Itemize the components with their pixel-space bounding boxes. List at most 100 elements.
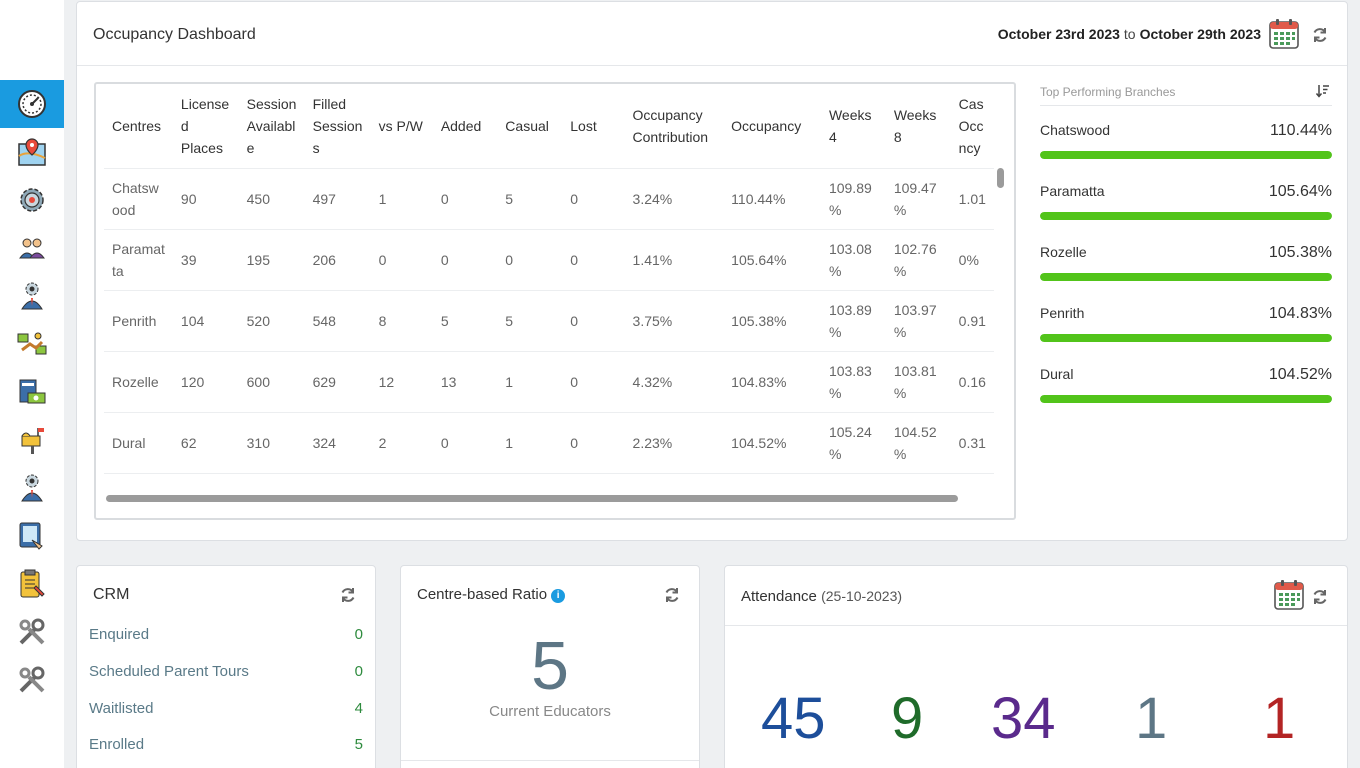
- table-cell: [304, 473, 371, 492]
- clipboard-icon: [20, 569, 45, 598]
- col-header-casual[interactable]: Casual: [497, 84, 563, 169]
- table-cell: 0.31: [950, 412, 994, 474]
- table-row[interactable]: Penrith 104 520 548 8 5 5 0 3.75% 105.38% 103.89 %…: [104, 290, 994, 352]
- occupancy-table-scroll[interactable]: Centres License d Places Session Availab…: [104, 84, 994, 492]
- map-pin-icon: [18, 138, 46, 166]
- sidebar-item-checklist[interactable]: [0, 560, 64, 608]
- sidebar-item-admin[interactable]: [0, 464, 64, 512]
- col-header-sessions-available[interactable]: Session Availabl e: [238, 84, 305, 169]
- table-row[interactable]: Dural 62 310 324 2 0 1 0 2.23% 104.52% 105.24 % 104…: [104, 412, 994, 474]
- table-row[interactable]: Rozelle 120 600 629 12 13 1 0 4.32% 104.83% 103.83…: [104, 351, 994, 413]
- col-header-lost[interactable]: Lost: [562, 84, 625, 169]
- table-cell: 0: [562, 412, 625, 474]
- table-cell: 0: [562, 351, 625, 413]
- attendance-stat-3: 34: [991, 686, 1056, 751]
- table-cell: Little: [104, 473, 173, 492]
- table-cell: 0.16: [950, 351, 994, 413]
- col-header-casual-occupancy[interactable]: Cas Occ ncy: [950, 84, 994, 169]
- branch-progress-bar: [1040, 334, 1332, 342]
- attendance-refresh-icon[interactable]: [1311, 588, 1329, 606]
- table-cell: 2.23%: [624, 412, 724, 474]
- sort-icon[interactable]: [1316, 84, 1330, 98]
- table-cell: 90: [172, 168, 239, 230]
- crm-item-count: 5: [354, 736, 363, 753]
- top-performing-header: Top Performing Branches: [1040, 82, 1332, 106]
- col-header-weeks-8[interactable]: Weeks 8: [885, 84, 951, 169]
- table-cell: 104.52 %: [885, 412, 951, 474]
- sidebar-item-map[interactable]: [0, 128, 64, 176]
- table-cell: [370, 473, 433, 492]
- table-cell: 0: [497, 229, 563, 291]
- table-cell: [820, 473, 886, 492]
- sidebar-item-staff[interactable]: [0, 272, 64, 320]
- sidebar-item-settings[interactable]: [0, 176, 64, 224]
- info-icon[interactable]: i: [551, 589, 566, 603]
- branch-value: 110.44%: [1270, 122, 1332, 139]
- attendance-stat-5: 1: [1263, 686, 1296, 751]
- sidebar-item-billing[interactable]: [0, 368, 64, 416]
- handshake-money-icon: [17, 332, 47, 355]
- calendar-icon[interactable]: [1268, 18, 1300, 50]
- sidebar-item-reports[interactable]: [0, 512, 64, 560]
- sidebar-item-dashboard[interactable]: [0, 80, 64, 128]
- crm-item-label[interactable]: Scheduled Parent Tours: [89, 663, 249, 680]
- table-cell: 39: [172, 229, 239, 291]
- crm-item[interactable]: Enrolled 5: [89, 728, 363, 764]
- col-header-licensed-places[interactable]: License d Places: [172, 84, 239, 169]
- table-row[interactable]: Little: [104, 473, 994, 492]
- table-cell: 206: [304, 229, 371, 291]
- branch-progress-bar: [1040, 395, 1332, 403]
- col-header-centres[interactable]: Centres: [104, 84, 173, 169]
- sidebar-item-tools-2[interactable]: [0, 656, 64, 704]
- users-group-icon: [19, 238, 45, 259]
- table-cell: Penrith: [104, 290, 173, 352]
- col-header-filled-sessions[interactable]: Filled Session s: [304, 84, 371, 169]
- ratio-refresh-icon[interactable]: [663, 586, 681, 604]
- attendance-stat-1: 45: [761, 686, 826, 751]
- table-cell: 1: [497, 351, 563, 413]
- branch-name: Dural: [1040, 366, 1074, 382]
- occupancy-table-container: Centres License d Places Session Availab…: [94, 82, 1016, 520]
- sidebar-item-finance[interactable]: [0, 320, 64, 368]
- crm-item[interactable]: Enquired 0: [89, 618, 363, 654]
- crm-item-label[interactable]: Enrolled: [89, 736, 144, 753]
- table-cell: 103.81 %: [885, 351, 951, 413]
- crm-item[interactable]: Scheduled Parent Tours 0: [89, 655, 363, 691]
- crm-item-label[interactable]: Waitlisted: [89, 700, 153, 717]
- attendance-calendar-icon[interactable]: [1273, 579, 1305, 611]
- vertical-scrollbar[interactable]: [997, 168, 1004, 188]
- table-cell: [885, 473, 951, 492]
- sidebar-item-users[interactable]: [0, 224, 64, 272]
- table-cell: 105.24 %: [820, 412, 886, 474]
- crm-refresh-icon[interactable]: [339, 586, 357, 604]
- crm-item-label[interactable]: Enquired: [89, 626, 149, 643]
- table-row[interactable]: Paramat ta 39 195 206 0 0 0 0 1.41% 105.64% 103.08…: [104, 229, 994, 291]
- col-header-occupancy[interactable]: Occupancy: [723, 84, 821, 169]
- branch-row: Dural 104.52%: [1040, 350, 1332, 411]
- centre-ratio-card: Centre-based Ratio i 5 Current Educators: [400, 565, 700, 768]
- col-header-occupancy-contribution[interactable]: Occupancy Contribution: [624, 84, 724, 169]
- branch-progress-fill: [1040, 151, 1332, 159]
- crm-item[interactable]: Waitlisted 4: [89, 692, 363, 728]
- table-cell: Paramat ta: [104, 229, 173, 291]
- educator-count: 5: [531, 628, 569, 704]
- tools-icon: [19, 618, 45, 645]
- table-cell: [432, 473, 498, 492]
- col-header-vs-pw[interactable]: vs P/W: [370, 84, 433, 169]
- crm-card: CRM Enquired 0 Scheduled Parent Tours 0 Wait…: [76, 565, 376, 768]
- table-cell: 105.38%: [723, 290, 821, 352]
- branch-value: 105.38%: [1268, 244, 1332, 261]
- table-cell: 310: [238, 412, 305, 474]
- col-header-added[interactable]: Added: [432, 84, 498, 169]
- page-title: Occupancy Dashboard: [93, 26, 256, 43]
- refresh-icon[interactable]: [1311, 26, 1329, 44]
- date-to-word: to: [1123, 26, 1136, 42]
- sidebar-item-mail[interactable]: [0, 416, 64, 464]
- col-header-weeks-4[interactable]: Weeks 4: [820, 84, 886, 169]
- horizontal-scrollbar[interactable]: [106, 495, 958, 502]
- table-row[interactable]: Chatsw ood 90 450 497 1 0 5 0 3.24% 110.44% 109.89…: [104, 168, 994, 230]
- admin-settings-icon: [21, 474, 43, 502]
- sidebar-item-tools[interactable]: [0, 608, 64, 656]
- branch-row: Paramatta 105.64%: [1040, 167, 1332, 228]
- tablet-report-icon: [19, 522, 43, 550]
